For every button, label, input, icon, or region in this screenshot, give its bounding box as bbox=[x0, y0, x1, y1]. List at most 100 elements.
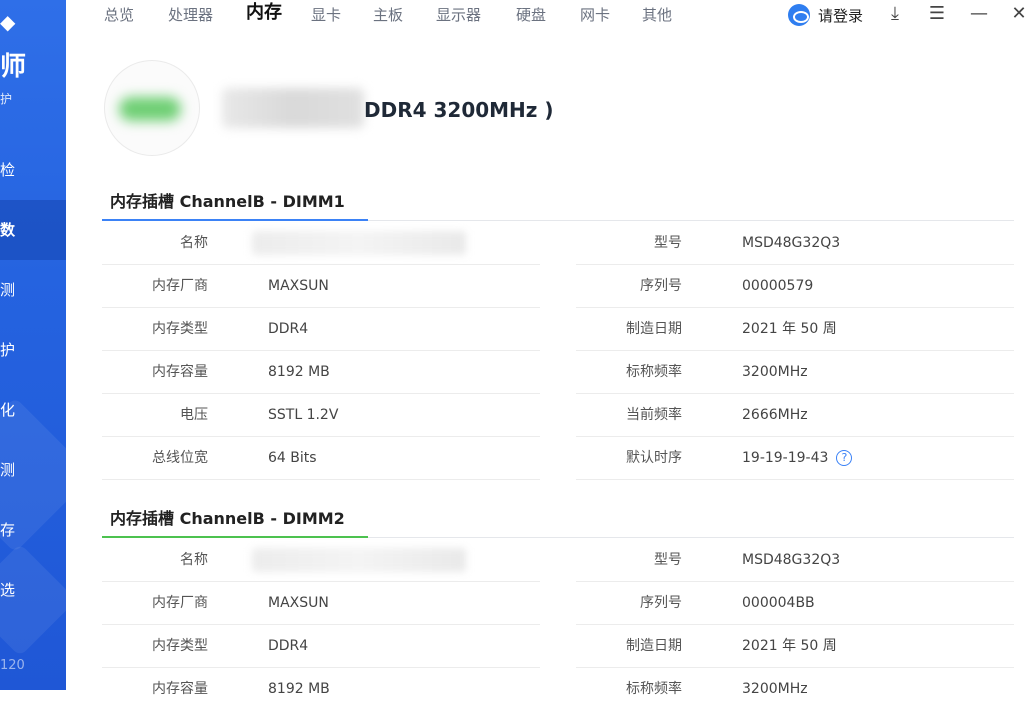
spec-key: 电压 bbox=[180, 407, 208, 423]
close-icon[interactable]: ✕ bbox=[1008, 3, 1030, 25]
memory-summary-title: DDR4 3200MHz ) bbox=[364, 98, 554, 122]
minimize-icon[interactable]: — bbox=[968, 3, 990, 25]
spec-value: DDR4 bbox=[268, 321, 309, 337]
sidebar-item-hardware-params[interactable]: 数 bbox=[0, 200, 66, 260]
sidebar: ◆ 师 护 检 数 测 护 化 测 存 选 120 bbox=[0, 0, 66, 690]
spec-key: 总线位宽 bbox=[152, 450, 208, 466]
sidebar-app-title: 师 bbox=[0, 52, 27, 82]
spec-value: 000004BB bbox=[742, 595, 815, 611]
spec-key: 名称 bbox=[180, 235, 208, 251]
spec-row: 当前频率 2666MHz bbox=[576, 394, 1014, 437]
timing-value: 19-19-19-43 bbox=[742, 450, 829, 466]
tab-gpu[interactable]: 显卡 bbox=[311, 5, 341, 25]
sidebar-item-select[interactable]: 选 bbox=[0, 560, 66, 620]
tab-other[interactable]: 其他 bbox=[642, 5, 672, 25]
spec-key: 名称 bbox=[180, 552, 208, 568]
spec-row: 制造日期 2021 年 50 周 bbox=[576, 308, 1014, 351]
spec-key: 标称频率 bbox=[626, 364, 682, 380]
row-divider bbox=[102, 479, 540, 480]
sidebar-item-optimize[interactable]: 化 bbox=[0, 380, 66, 440]
spec-row: 内存类型 DDR4 bbox=[102, 308, 540, 351]
sidebar-item-label: 化 bbox=[0, 401, 16, 419]
sidebar-item-label: 护 bbox=[0, 341, 16, 359]
row-divider bbox=[576, 479, 1014, 480]
spec-row: 名称 bbox=[102, 222, 540, 265]
tab-cpu[interactable]: 处理器 bbox=[168, 5, 213, 25]
spec-key: 默认时序 bbox=[626, 450, 682, 466]
redacted-value bbox=[252, 231, 466, 255]
spec-row: 标称频率 3200MHz bbox=[576, 351, 1014, 394]
login-button[interactable]: 请登录 bbox=[788, 3, 863, 27]
spec-value: MAXSUN bbox=[268, 595, 329, 611]
spec-value: 2021 年 50 周 bbox=[742, 321, 837, 337]
spec-key: 序列号 bbox=[640, 595, 682, 611]
sidebar-item-monitor[interactable]: 测 bbox=[0, 440, 66, 500]
spec-value: 3200MHz bbox=[742, 364, 808, 380]
spec-key: 序列号 bbox=[640, 278, 682, 294]
spec-row: 内存厂商 MAXSUN bbox=[102, 582, 540, 625]
sidebar-item-benchmark[interactable]: 测 bbox=[0, 260, 66, 320]
user-eye-icon bbox=[788, 4, 810, 26]
tab-motherboard[interactable]: 主板 bbox=[373, 5, 403, 25]
slot-title: 内存插槽 ChannelB - DIMM1 bbox=[110, 192, 345, 211]
spec-row: 名称 bbox=[102, 539, 540, 582]
version-label: 120 bbox=[0, 658, 25, 673]
spec-value: 2021 年 50 周 bbox=[742, 638, 837, 654]
tab-disk[interactable]: 硬盘 bbox=[516, 5, 546, 25]
spec-value: 2666MHz bbox=[742, 407, 808, 423]
spec-value: MSD48G32Q3 bbox=[742, 552, 841, 568]
redacted-value bbox=[252, 548, 466, 572]
slot-title: 内存插槽 ChannelB - DIMM2 bbox=[110, 509, 345, 528]
tab-monitor[interactable]: 显示器 bbox=[436, 5, 481, 25]
spec-value: MAXSUN bbox=[268, 278, 329, 294]
spec-key: 制造日期 bbox=[626, 638, 682, 654]
tab-memory[interactable]: 内存 bbox=[246, 3, 282, 23]
sidebar-item-label: 测 bbox=[0, 281, 16, 299]
memory-module-graphic bbox=[119, 97, 181, 121]
spec-value-timing: 19-19-19-43? bbox=[742, 437, 853, 480]
spec-value: 8192 MB bbox=[268, 364, 330, 380]
sidebar-item-label: 选 bbox=[0, 581, 16, 599]
sidebar-item-protection[interactable]: 护 bbox=[0, 320, 66, 380]
tab-overview[interactable]: 总览 bbox=[104, 5, 134, 25]
spec-value: 64 Bits bbox=[268, 450, 317, 466]
spec-row: 型号 MSD48G32Q3 bbox=[576, 222, 1014, 265]
spec-value: SSTL 1.2V bbox=[268, 407, 339, 423]
spec-value: MSD48G32Q3 bbox=[742, 235, 841, 251]
spec-row: 电压 SSTL 1.2V bbox=[102, 394, 540, 437]
sidebar-item-storage[interactable]: 存 bbox=[0, 500, 66, 560]
spec-key: 当前频率 bbox=[626, 407, 682, 423]
spec-row: 内存厂商 MAXSUN bbox=[102, 265, 540, 308]
sidebar-item-label: 检 bbox=[0, 161, 16, 179]
spec-key: 内存厂商 bbox=[152, 595, 208, 611]
spec-key: 内存类型 bbox=[152, 638, 208, 654]
tab-nic[interactable]: 网卡 bbox=[580, 5, 610, 25]
help-icon[interactable]: ? bbox=[836, 450, 853, 466]
spec-key: 型号 bbox=[654, 552, 682, 568]
sidebar-app-subtitle: 护 bbox=[0, 92, 13, 106]
spec-row: 总线位宽 64 Bits bbox=[102, 437, 540, 480]
sidebar-item-label: 测 bbox=[0, 461, 16, 479]
spec-row: 默认时序 19-19-19-43? bbox=[576, 437, 1014, 480]
spec-key: 制造日期 bbox=[626, 321, 682, 337]
spec-value: DDR4 bbox=[268, 638, 309, 654]
section-accent-bar bbox=[102, 219, 368, 221]
spec-key: 内存容量 bbox=[152, 364, 208, 380]
spec-key: 内存厂商 bbox=[152, 278, 208, 294]
spec-key: 型号 bbox=[654, 235, 682, 251]
sidebar-item-label: 数 bbox=[0, 221, 16, 239]
memory-module-image bbox=[104, 60, 200, 156]
spec-row: 内存容量 8192 MB bbox=[102, 351, 540, 394]
section-accent-bar bbox=[102, 536, 368, 538]
app-logo-icon: ◆ bbox=[0, 10, 16, 34]
spec-key: 内存类型 bbox=[152, 321, 208, 337]
menu-icon[interactable]: ☰ bbox=[926, 3, 948, 25]
sidebar-item-checkup[interactable]: 检 bbox=[0, 140, 66, 200]
spec-value: 00000579 bbox=[742, 278, 814, 294]
spec-row: 序列号 000004BB bbox=[576, 582, 1014, 625]
spec-row: 序列号 00000579 bbox=[576, 265, 1014, 308]
download-icon[interactable]: ⤓ bbox=[884, 3, 906, 25]
sidebar-item-label: 存 bbox=[0, 521, 16, 539]
login-label: 请登录 bbox=[818, 6, 864, 25]
spec-row: 制造日期 2021 年 50 周 bbox=[576, 625, 1014, 668]
